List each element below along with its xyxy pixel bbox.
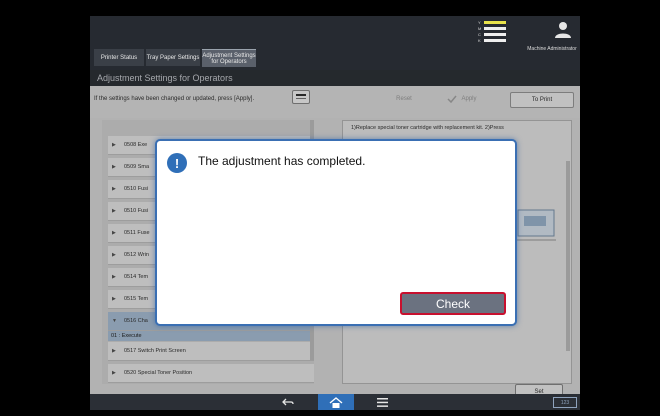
home-icon xyxy=(329,396,343,408)
menu-button[interactable] xyxy=(370,394,394,410)
menu-icon xyxy=(376,397,388,407)
back-button[interactable] xyxy=(276,394,300,410)
tab-adjustment-settings[interactable]: Adjustment Settings for Operators xyxy=(202,49,256,67)
toner-bar-m xyxy=(484,27,506,30)
home-button[interactable] xyxy=(318,394,354,410)
toner-bar-y xyxy=(484,21,506,24)
counter-indicator[interactable]: 123 xyxy=(553,397,577,408)
toner-label-k: K xyxy=(478,38,481,43)
dialog-message: The adjustment has completed. xyxy=(198,154,366,168)
screen: Printer Status Tray Paper Settings Adjus… xyxy=(90,16,580,410)
toner-bar-c xyxy=(484,33,506,36)
toner-label-m: M xyxy=(478,26,482,31)
back-arrow-icon xyxy=(282,398,294,405)
info-icon: ! xyxy=(167,153,187,173)
toner-bar-k xyxy=(484,39,506,42)
completion-dialog: ! The adjustment has completed. Check xyxy=(155,139,517,326)
top-bar: Printer Status Tray Paper Settings Adjus… xyxy=(90,16,580,70)
toner-label-y: Y xyxy=(478,20,481,25)
bottom-bar: 123 xyxy=(90,394,580,410)
check-button[interactable]: Check xyxy=(400,292,506,315)
tab-tray-paper-settings[interactable]: Tray Paper Settings xyxy=(146,49,200,66)
user-name: Machine Administrator xyxy=(527,46,577,52)
user-icon[interactable] xyxy=(553,21,573,39)
tab-printer-status[interactable]: Printer Status xyxy=(94,49,144,66)
toner-label-c: C xyxy=(478,32,481,37)
toner-levels: Y M C K xyxy=(450,20,510,44)
